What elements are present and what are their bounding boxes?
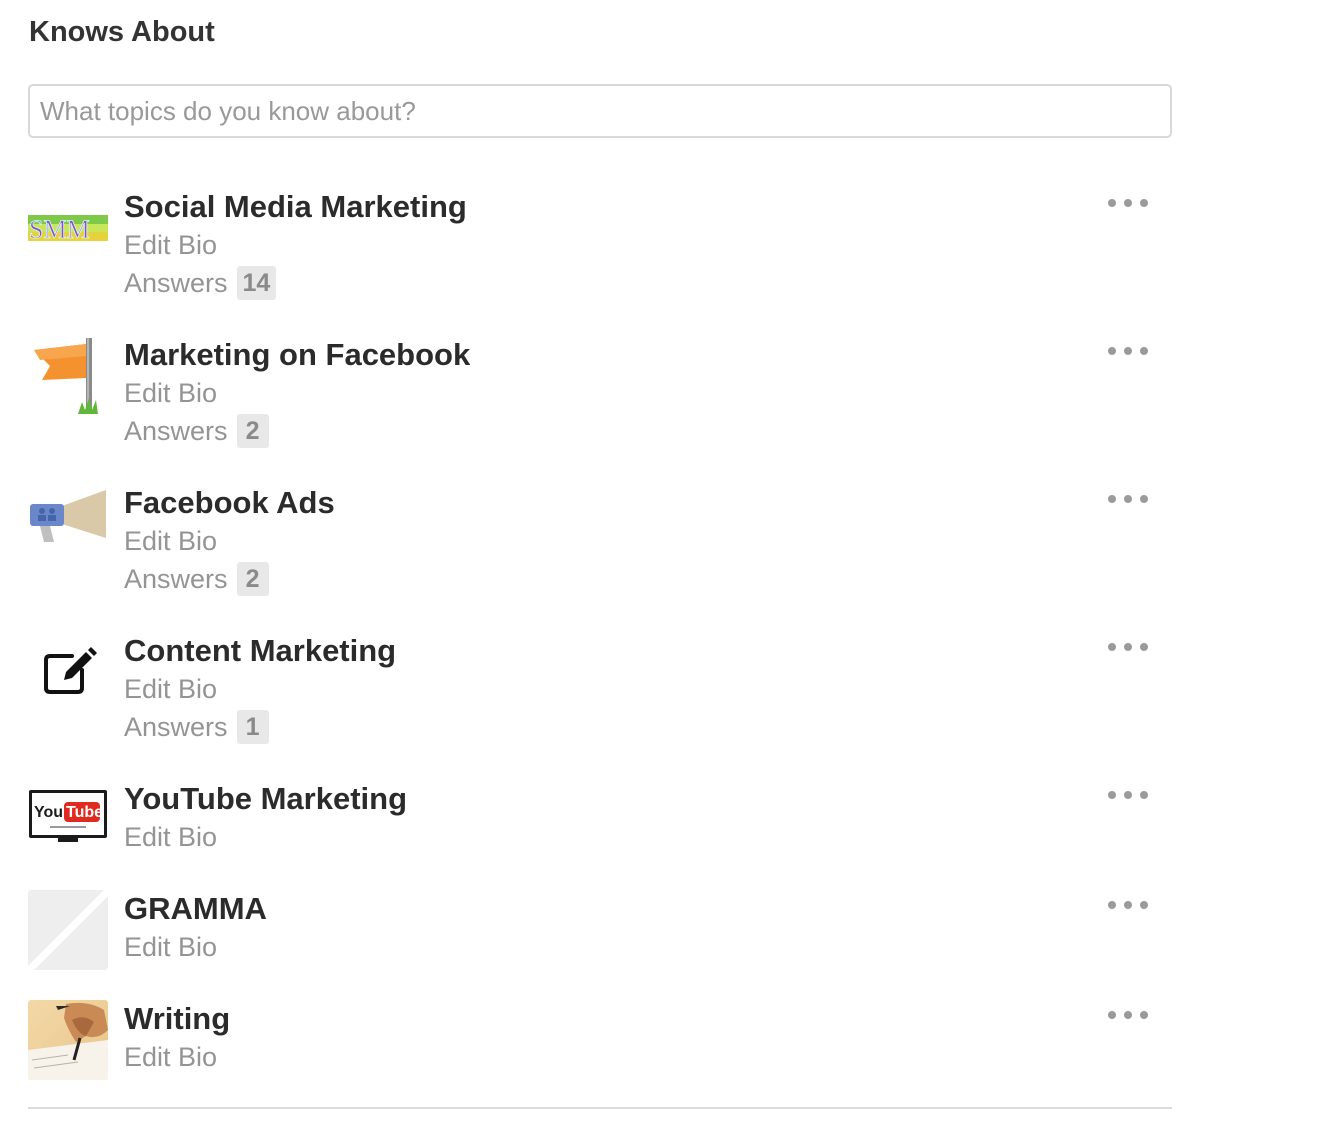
topic-name[interactable]: YouTube Marketing [124, 779, 407, 819]
topic-item: Marketing on Facebook Edit Bio Answers 2 [28, 333, 1172, 481]
smm-logo-icon[interactable]: SMM [28, 188, 108, 268]
topic-list: SMM Social Media Marketing Edit Bio Answ… [28, 185, 1172, 1107]
topic-item: SMM Social Media Marketing Edit Bio Answ… [28, 185, 1172, 333]
ellipsis-icon [1108, 791, 1116, 799]
edit-bio-link[interactable]: Edit Bio [124, 671, 217, 707]
answers-link[interactable]: Answers 14 [124, 265, 277, 301]
topic-name[interactable]: GRAMMA [124, 889, 267, 929]
topic-name[interactable]: Writing [124, 999, 230, 1039]
edit-bio-link[interactable]: Edit Bio [124, 375, 217, 411]
ellipsis-icon [1108, 495, 1116, 503]
edit-bio-link[interactable]: Edit Bio [124, 929, 217, 965]
topic-item: Content Marketing Edit Bio Answers 1 [28, 629, 1172, 777]
topic-item: Facebook Ads Edit Bio Answers 2 [28, 481, 1172, 629]
topic-item: Writing Edit Bio [28, 997, 1172, 1107]
edit-bio-link[interactable]: Edit Bio [124, 523, 217, 559]
writing-hand-icon[interactable] [28, 1000, 108, 1080]
edit-bio-link[interactable]: Edit Bio [124, 1039, 217, 1075]
topic-name[interactable]: Content Marketing [124, 631, 396, 671]
answers-count-badge: 14 [236, 266, 277, 300]
ellipsis-icon [1108, 643, 1116, 651]
youtube-tv-icon[interactable]: You Tube [28, 780, 108, 860]
answers-link[interactable]: Answers 2 [124, 561, 269, 597]
topics-search-input[interactable] [28, 84, 1172, 138]
answers-count-badge: 2 [236, 414, 269, 448]
more-options-button[interactable] [1108, 783, 1148, 807]
megaphone-icon[interactable] [28, 484, 108, 564]
edit-bio-link[interactable]: Edit Bio [124, 227, 217, 263]
ellipsis-icon [1108, 199, 1116, 207]
more-options-button[interactable] [1108, 339, 1148, 363]
ellipsis-icon [1108, 1011, 1116, 1019]
section-title: Knows About [29, 16, 215, 48]
answers-label: Answers [124, 268, 228, 298]
edit-pencil-icon[interactable] [28, 632, 108, 712]
answers-count-badge: 2 [236, 562, 269, 596]
smm-logo-text: SMM [29, 215, 90, 244]
more-options-button[interactable] [1108, 893, 1148, 917]
answers-count-badge: 1 [236, 710, 269, 744]
topic-name[interactable]: Facebook Ads [124, 483, 335, 523]
topic-item: You Tube YouTube Marketing Edit Bio [28, 777, 1172, 887]
more-options-button[interactable] [1108, 191, 1148, 215]
answers-label: Answers [124, 416, 228, 446]
answers-link[interactable]: Answers 2 [124, 413, 269, 449]
youtube-tube-text: Tube [66, 804, 103, 821]
edit-bio-link[interactable]: Edit Bio [124, 819, 217, 855]
youtube-you-text: You [34, 804, 63, 821]
bottom-divider [28, 1107, 1172, 1109]
topic-name[interactable]: Social Media Marketing [124, 187, 467, 227]
ellipsis-icon [1108, 901, 1116, 909]
placeholder-image-icon[interactable] [28, 890, 108, 970]
more-options-button[interactable] [1108, 487, 1148, 511]
more-options-button[interactable] [1108, 635, 1148, 659]
more-options-button[interactable] [1108, 1003, 1148, 1027]
topic-item: GRAMMA Edit Bio [28, 887, 1172, 997]
orange-flag-icon[interactable] [28, 336, 108, 416]
answers-label: Answers [124, 564, 228, 594]
answers-label: Answers [124, 712, 228, 742]
answers-link[interactable]: Answers 1 [124, 709, 269, 745]
topic-name[interactable]: Marketing on Facebook [124, 335, 470, 375]
ellipsis-icon [1108, 347, 1116, 355]
